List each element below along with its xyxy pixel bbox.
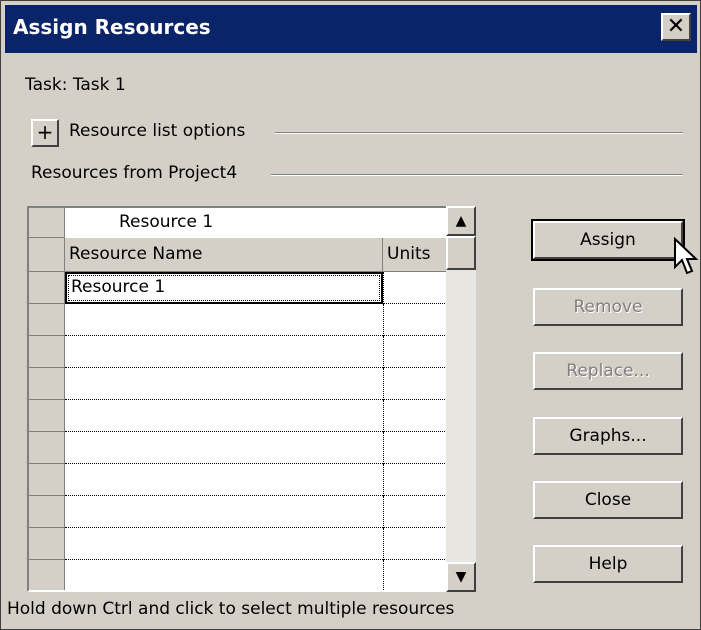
resources-separator	[271, 174, 683, 176]
remove-button[interactable]: Remove	[533, 288, 683, 326]
row-header[interactable]	[29, 560, 65, 590]
grid-corner	[29, 208, 65, 238]
row-header[interactable]	[29, 528, 65, 560]
replace-button[interactable]: Replace...	[533, 352, 683, 390]
scroll-up-icon[interactable]: ▲	[446, 206, 476, 236]
expand-options-button[interactable]: +	[31, 119, 59, 147]
resource-name-cell[interactable]	[65, 336, 383, 368]
row-header[interactable]	[29, 336, 65, 368]
resources-grid[interactable]: Resource 1 Resource Name Units Resource …	[27, 206, 474, 592]
close-button[interactable]: Close	[533, 481, 683, 519]
graphs-button[interactable]: Graphs...	[533, 417, 683, 455]
row-header[interactable]	[29, 496, 65, 528]
column-header-resource-name[interactable]: Resource Name	[65, 238, 383, 272]
grid-vertical-scrollbar[interactable]: ▲ ▼	[446, 206, 476, 592]
grid-header-corner	[29, 238, 65, 272]
resource-name-cell[interactable]	[65, 560, 383, 590]
assign-resources-dialog: Assign Resources ✕ Task: Task 1 + Resour…	[0, 0, 701, 630]
row-header[interactable]	[29, 464, 65, 496]
title-bar: Assign Resources ✕	[5, 5, 697, 53]
row-header[interactable]	[29, 272, 65, 304]
scroll-down-icon[interactable]: ▼	[446, 562, 476, 592]
resource-name-cell[interactable]	[65, 304, 383, 336]
resource-name-cell[interactable]: Resource 1	[65, 272, 383, 304]
assign-button[interactable]: Assign	[531, 219, 685, 261]
scroll-thumb[interactable]	[446, 236, 476, 270]
row-header[interactable]	[29, 368, 65, 400]
row-header[interactable]	[29, 400, 65, 432]
help-button[interactable]: Help	[533, 545, 683, 583]
grid-edit-bar[interactable]: Resource 1	[65, 208, 472, 238]
row-header[interactable]	[29, 304, 65, 336]
resource-name-cell[interactable]	[65, 496, 383, 528]
close-icon[interactable]: ✕	[661, 13, 691, 41]
mouse-pointer-icon	[674, 237, 699, 275]
resources-from-label: Resources from Project4	[31, 163, 238, 183]
row-header[interactable]	[29, 432, 65, 464]
dialog-title: Assign Resources	[13, 15, 211, 39]
resource-list-options-label[interactable]: Resource list options	[69, 121, 245, 141]
task-label: Task: Task 1	[25, 75, 126, 95]
resource-name-cell[interactable]	[65, 528, 383, 560]
resource-name-cell[interactable]	[65, 464, 383, 496]
options-separator	[275, 132, 683, 134]
resource-name-cell[interactable]	[65, 400, 383, 432]
footer-hint: Hold down Ctrl and click to select multi…	[7, 599, 455, 619]
resource-name-cell[interactable]	[65, 368, 383, 400]
resource-name-cell[interactable]	[65, 432, 383, 464]
